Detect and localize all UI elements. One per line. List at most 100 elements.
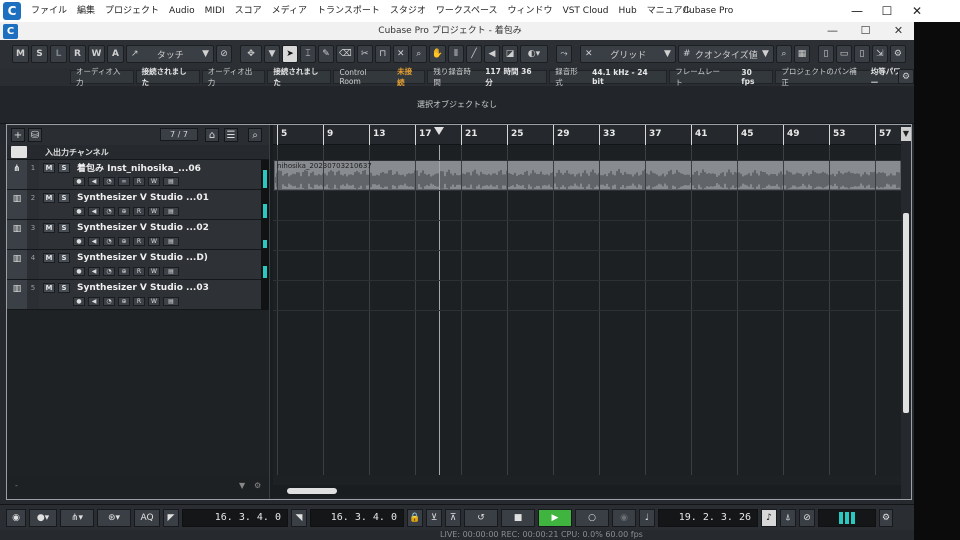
record-mode-icon[interactable]: ●▾ xyxy=(29,508,57,527)
gear-icon[interactable]: ⚙ xyxy=(898,69,914,84)
menu-hub[interactable]: Hub xyxy=(614,0,642,22)
chevron-down-icon[interactable]: ▼ xyxy=(239,481,245,490)
info-audio-output[interactable]: オーディオ出力 xyxy=(201,67,266,87)
gear-icon[interactable]: ⚙ xyxy=(254,481,261,490)
search-icon[interactable]: ⌕ xyxy=(775,45,792,63)
metronome-icon[interactable]: ⍋ xyxy=(780,508,796,527)
write-icon[interactable]: W xyxy=(148,237,160,246)
menu-edit[interactable]: 編集 xyxy=(72,0,100,22)
automation-mode-dropdown[interactable]: ↗ タッチ ▼ xyxy=(126,45,214,63)
minimize-icon[interactable]: — xyxy=(816,22,849,40)
line-icon[interactable]: ╱ xyxy=(465,45,482,63)
horizontal-scrollbar-thumb[interactable] xyxy=(287,488,337,494)
menu-file[interactable]: ファイル xyxy=(26,0,72,22)
vertical-scrollbar[interactable]: ▼ xyxy=(901,125,911,499)
gear-icon[interactable]: ⚙ xyxy=(889,45,906,63)
read-icon[interactable]: R xyxy=(133,177,145,186)
solo-button[interactable]: S xyxy=(58,282,70,293)
track-row[interactable]: ▥ 5 M S Synthesizer V Studio ...03 ● ◀ ◔… xyxy=(7,280,269,310)
event-display[interactable]: nihosika_20230703210637 xyxy=(273,145,901,475)
stop-icon[interactable]: ■ xyxy=(501,508,535,527)
right-zone-icon[interactable]: ▯ xyxy=(853,45,870,63)
info-audio-input[interactable]: オーディオ入力 xyxy=(70,67,134,87)
record-enable-icon[interactable]: ● xyxy=(73,267,85,276)
info-record-time[interactable]: 残り録音時間 117 時間 36 分 xyxy=(427,67,548,87)
info-audio-output-value[interactable]: 接続されました xyxy=(267,67,332,87)
monitor-icon[interactable]: ◀ xyxy=(88,297,100,306)
lock-icon[interactable]: 🔒 xyxy=(407,508,423,527)
edit-instrument-icon[interactable]: ⊕ xyxy=(118,237,130,246)
color-icon[interactable]: ◪ xyxy=(501,45,518,63)
waveform-mode-icon[interactable]: ⋔▾ xyxy=(60,508,94,527)
info-record-format[interactable]: 録音形式 44.1 kHz - 24 bit xyxy=(549,67,668,87)
left-locator-marker[interactable] xyxy=(434,127,444,135)
record-enable-icon[interactable]: ● xyxy=(73,297,85,306)
nudge-icon[interactable]: ✥ xyxy=(240,45,262,63)
maximize-icon[interactable]: ☐ xyxy=(872,0,902,22)
timebase-icon[interactable]: ◔ xyxy=(103,207,115,216)
info-frame-rate[interactable]: フレームレート 30 fps xyxy=(669,67,774,87)
edit-instrument-icon[interactable]: ⊕ xyxy=(118,297,130,306)
read-automation-button[interactable]: R xyxy=(69,45,86,63)
track-row[interactable]: ▥ 4 M S Synthesizer V Studio ...D) ● ◀ ◔… xyxy=(7,250,269,280)
lanes-icon[interactable]: ▤ xyxy=(163,267,179,276)
track-name[interactable]: 着包み Inst_nihosika_...06 xyxy=(77,161,201,174)
menu-media[interactable]: メディア xyxy=(267,0,312,22)
timebase-icon[interactable]: ◔ xyxy=(103,177,115,186)
monitor-icon[interactable]: ◀ xyxy=(88,207,100,216)
solo-button[interactable]: S xyxy=(58,192,70,203)
mute-button[interactable]: M xyxy=(43,282,55,293)
record-icon[interactable]: ○ xyxy=(575,508,609,527)
menu-window[interactable]: ウィンドウ xyxy=(503,0,558,22)
horizontal-scrollbar[interactable] xyxy=(273,485,901,497)
cubase-logo-icon[interactable]: C xyxy=(3,2,21,20)
punch-icon[interactable]: ⊛▾ xyxy=(97,508,131,527)
track-name[interactable]: Synthesizer V Studio ...D) xyxy=(77,253,208,263)
maximize-icon[interactable]: ☐ xyxy=(849,22,882,40)
mute-button[interactable]: M xyxy=(43,252,55,263)
mute-button[interactable]: M xyxy=(43,192,55,203)
track-count[interactable]: 7 / 7 xyxy=(160,128,198,141)
quantize-dropdown[interactable]: # クオンタイズ値 ▼ xyxy=(677,45,774,63)
go-to-left-locator-icon[interactable]: ◤ xyxy=(163,508,179,527)
timebase-icon[interactable]: ◔ xyxy=(103,237,115,246)
menu-project[interactable]: プロジェクト xyxy=(100,0,164,22)
gear-icon[interactable]: ⚙ xyxy=(879,508,893,527)
link-icon[interactable]: ∞ xyxy=(118,177,130,186)
constrain-delay-icon[interactable]: ⊘ xyxy=(216,45,232,63)
edit-instrument-icon[interactable]: ⊕ xyxy=(118,207,130,216)
tempo-icon[interactable]: ♩ xyxy=(639,508,655,527)
chevron-down-icon[interactable]: ▼ xyxy=(901,127,911,141)
hand-icon[interactable]: ✋ xyxy=(428,45,446,63)
zoom-out-icon[interactable]: - xyxy=(15,481,18,490)
track-name[interactable]: Synthesizer V Studio ...01 xyxy=(77,193,209,203)
vertical-scrollbar-thumb[interactable] xyxy=(903,213,909,413)
suspend-automation-button[interactable]: A xyxy=(107,45,124,63)
lanes-icon[interactable]: ▤ xyxy=(163,297,179,306)
track-name[interactable]: Synthesizer V Studio ...03 xyxy=(77,283,209,293)
monitor-icon[interactable]: ◀ xyxy=(88,267,100,276)
ruler[interactable]: 5 9 13 17 21 25 29 33 37 41 45 49 53 57 xyxy=(273,125,901,145)
track-row[interactable]: ⋔ 1 M S 着包み Inst_nihosika_...06 ● ◀ ◔ ∞ … xyxy=(7,160,269,190)
menu-audio[interactable]: Audio xyxy=(164,0,200,22)
add-track-icon[interactable]: + xyxy=(11,128,25,142)
auto-quantize-button[interactable]: AQ xyxy=(134,508,160,527)
pencil-icon[interactable]: ✎ xyxy=(318,45,334,63)
add-track-from-preset-icon[interactable]: ⛁ xyxy=(28,128,42,142)
timewarp-icon[interactable]: ⦀ xyxy=(447,45,464,63)
solo-button[interactable]: S xyxy=(58,162,70,173)
cycle-icon[interactable]: ↺ xyxy=(464,508,498,527)
mute-state-button[interactable]: M xyxy=(12,45,29,63)
track-row[interactable]: ▥ 3 M S Synthesizer V Studio ...02 ● ◀ ◔… xyxy=(7,220,269,250)
monitor-icon[interactable]: ◀ xyxy=(88,237,100,246)
timebase-icon[interactable]: ◔ xyxy=(103,297,115,306)
go-to-right-locator-icon[interactable]: ◥ xyxy=(291,508,307,527)
lanes-icon[interactable]: ▤ xyxy=(163,207,179,216)
monitor-icon[interactable]: ◀ xyxy=(88,177,100,186)
speaker-icon[interactable]: ◀ xyxy=(483,45,500,63)
lanes-icon[interactable]: ▤ xyxy=(163,237,179,246)
read-icon[interactable]: R xyxy=(133,237,145,246)
info-audio-input-value[interactable]: 接続されました xyxy=(135,67,200,87)
menu-studio[interactable]: スタジオ xyxy=(385,0,431,22)
metronome-toggle-icon[interactable]: ◉ xyxy=(612,508,636,527)
